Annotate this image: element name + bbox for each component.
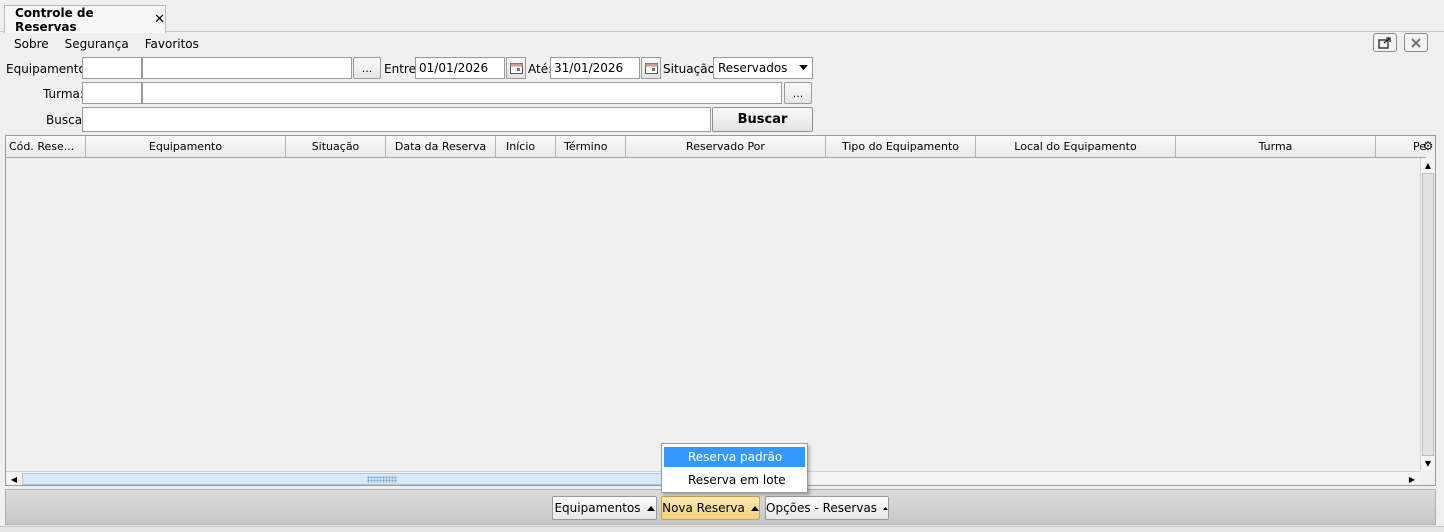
bottom-toolbar: Equipamentos Nova Reserva Opções - Reser… bbox=[5, 489, 1436, 525]
equipamento-lookup-button[interactable]: ... bbox=[353, 57, 381, 79]
tab-close-icon[interactable]: ✕ bbox=[154, 12, 165, 27]
menu-bar: Sobre Segurança Favoritos bbox=[0, 33, 1444, 55]
grid-header: Cód. Rese... Equipamento Situação Data d… bbox=[6, 136, 1426, 158]
entre-calendar-button[interactable] bbox=[506, 57, 526, 79]
col-reservado-por[interactable]: Reservado Por bbox=[626, 136, 826, 157]
col-equipamento[interactable]: Equipamento bbox=[86, 136, 286, 157]
status-bar bbox=[0, 526, 1444, 532]
chevron-up-icon bbox=[750, 505, 759, 511]
gear-icon: ⚙ bbox=[1422, 139, 1434, 153]
scroll-down-icon[interactable]: ▼ bbox=[1421, 456, 1435, 470]
scroll-right-icon[interactable]: ▶ bbox=[1405, 472, 1419, 485]
equipamento-code-input[interactable] bbox=[82, 57, 142, 79]
vertical-scrollbar[interactable]: ▲ ▼ bbox=[1420, 158, 1435, 471]
nova-reserva-label: Nova Reserva bbox=[662, 501, 745, 515]
turma-lookup-button[interactable]: ... bbox=[784, 82, 812, 104]
busca-label: Busca: bbox=[46, 113, 87, 127]
opcoes-reservas-label: Opções - Reservas bbox=[766, 501, 878, 515]
scroll-left-icon[interactable]: ◀ bbox=[7, 472, 21, 485]
col-termino[interactable]: Término bbox=[556, 136, 626, 157]
col-situacao[interactable]: Situação bbox=[286, 136, 386, 157]
col-inicio[interactable]: Início bbox=[496, 136, 556, 157]
grid-settings-button[interactable]: ⚙ bbox=[1421, 139, 1435, 153]
chevron-down-icon bbox=[799, 65, 808, 70]
calendar-icon bbox=[509, 62, 523, 74]
menu-favoritos[interactable]: Favoritos bbox=[145, 37, 199, 51]
turma-label: Turma: bbox=[43, 87, 84, 101]
equipamentos-label: Equipamentos bbox=[554, 501, 641, 515]
vertical-scroll-thumb[interactable] bbox=[1422, 173, 1434, 456]
opcoes-reservas-button[interactable]: Opções - Reservas bbox=[765, 496, 889, 520]
equipamento-name-input[interactable] bbox=[142, 57, 352, 79]
busca-input[interactable] bbox=[82, 107, 711, 132]
col-cod-reserva[interactable]: Cód. Rese... bbox=[6, 136, 86, 157]
turma-code-input[interactable] bbox=[82, 82, 142, 104]
calendar-icon bbox=[644, 62, 658, 74]
ate-date-input[interactable]: 31/01/2026 bbox=[550, 57, 640, 79]
ate-label: Até: bbox=[528, 62, 553, 76]
ate-calendar-button[interactable] bbox=[641, 57, 661, 79]
nova-reserva-menu: Reserva padrão Reserva em lote bbox=[661, 443, 808, 493]
scroll-grip-icon bbox=[367, 476, 397, 483]
horizontal-scroll-thumb[interactable] bbox=[22, 473, 662, 485]
situacao-label: Situação: bbox=[663, 62, 719, 76]
menu-seguranca[interactable]: Segurança bbox=[65, 37, 129, 51]
situacao-select[interactable]: Reservados bbox=[713, 57, 813, 79]
close-window-button[interactable] bbox=[1404, 33, 1428, 52]
turma-name-input[interactable] bbox=[142, 82, 782, 104]
popout-window-button[interactable] bbox=[1373, 33, 1397, 52]
col-pe[interactable]: Pe bbox=[1376, 136, 1426, 157]
col-local-equipamento[interactable]: Local do Equipamento bbox=[976, 136, 1176, 157]
reservas-grid[interactable]: Cód. Rese... Equipamento Situação Data d… bbox=[5, 135, 1436, 486]
situacao-value: Reservados bbox=[718, 61, 788, 75]
equipamentos-button[interactable]: Equipamentos bbox=[552, 496, 657, 520]
chevron-up-icon bbox=[646, 505, 655, 511]
popout-icon bbox=[1378, 36, 1391, 49]
close-icon bbox=[1411, 37, 1421, 48]
scroll-up-icon[interactable]: ▲ bbox=[1421, 158, 1435, 172]
col-turma[interactable]: Turma bbox=[1176, 136, 1376, 157]
tab-title: Controle de Reservas bbox=[15, 5, 94, 34]
menu-sobre[interactable]: Sobre bbox=[14, 37, 49, 51]
tab-bar: Controle de Reservas ✕ bbox=[0, 0, 1444, 34]
equipamento-label: Equipamento: bbox=[6, 62, 90, 76]
nova-reserva-button[interactable]: Nova Reserva bbox=[661, 496, 760, 520]
menu-item-reserva-padrao[interactable]: Reserva padrão bbox=[664, 447, 805, 467]
menu-item-reserva-em-lote[interactable]: Reserva em lote bbox=[664, 470, 805, 490]
entre-date-input[interactable]: 01/01/2026 bbox=[415, 57, 505, 79]
col-data-reserva[interactable]: Data da Reserva bbox=[386, 136, 496, 157]
chevron-up-icon bbox=[883, 506, 888, 510]
col-tipo-equipamento[interactable]: Tipo do Equipamento bbox=[826, 136, 976, 157]
tab-controle-reservas[interactable]: Controle de Reservas ✕ bbox=[4, 5, 166, 34]
buscar-button[interactable]: Buscar bbox=[712, 107, 813, 132]
